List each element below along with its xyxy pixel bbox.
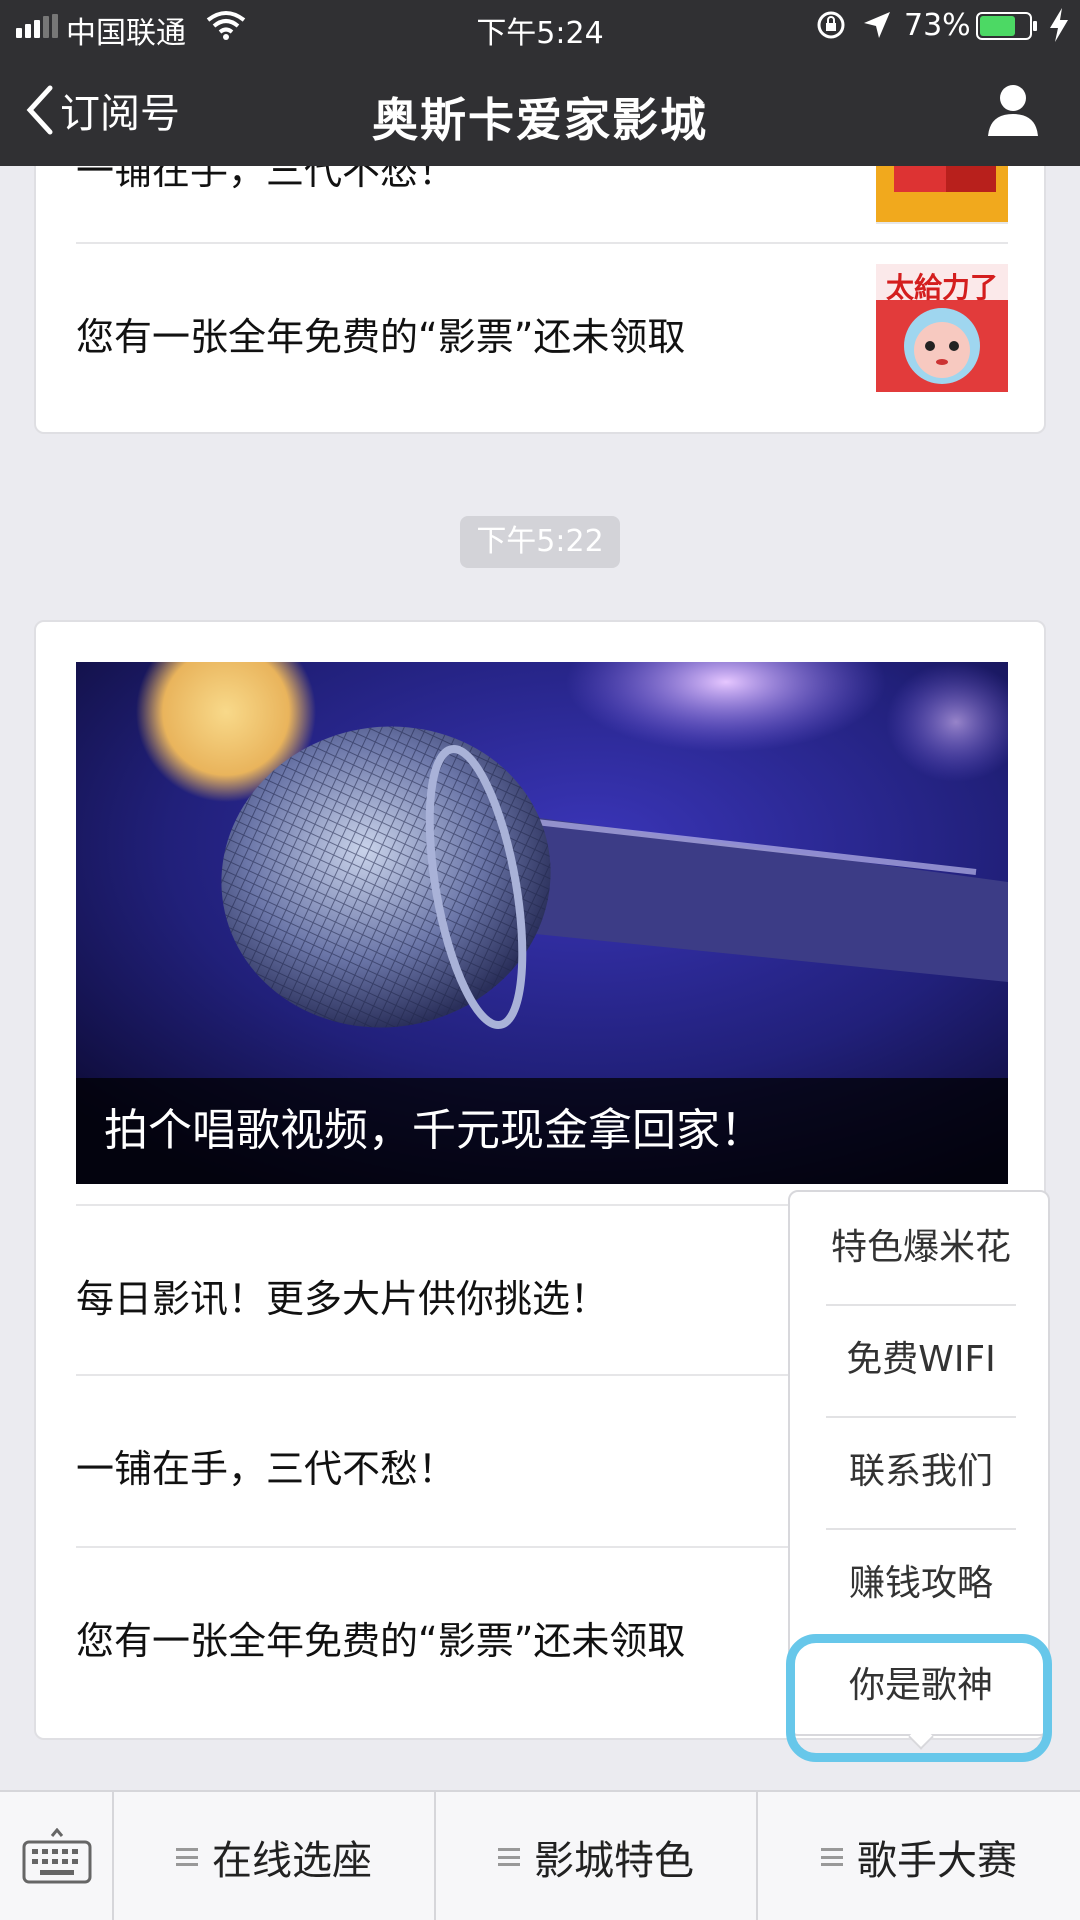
nav-bar: 订阅号 奥斯卡爱家影城 <box>0 54 1080 166</box>
menu-item-earn-guide[interactable]: 赚钱攻略 <box>826 1528 1016 1640</box>
article-title: 您有一张全年免费的“影票”还未领取 <box>76 1619 686 1663</box>
tab-singer-contest[interactable]: 歌手大赛 <box>758 1792 1080 1920</box>
list-item[interactable]: 您有一张全年免费的“影票”还未领取 太給力了 <box>76 244 1008 434</box>
article-title: 一铺在手，三代不愁！ <box>76 1447 457 1491</box>
article-title: 每日影讯！更多大片供你挑选！ <box>76 1277 609 1321</box>
keyboard-toggle-button[interactable] <box>0 1792 114 1920</box>
article-title: 您有一张全年免费的“影票”还未领取 <box>76 315 686 359</box>
person-icon[interactable] <box>986 82 1040 138</box>
popup-menu: 特色爆米花 免费WIFI 联系我们 赚钱攻略 你是歌神 <box>788 1190 1050 1750</box>
tab-label: 在线选座 <box>212 1838 372 1884</box>
menu-lines-icon <box>498 1848 520 1866</box>
top-bar: 中国联通 下午5:24 73% 订阅号 奥斯卡爱家影城 <box>0 0 1080 166</box>
menu-item-popcorn[interactable]: 特色爆米花 <box>826 1192 1016 1304</box>
cover-caption: 拍个唱歌视频，千元现金拿回家！ <box>76 1078 1008 1184</box>
keyboard-icon <box>22 1828 92 1884</box>
bottom-menu-bar: 在线选座 影城特色 歌手大赛 <box>0 1790 1080 1920</box>
tab-label: 歌手大赛 <box>857 1838 1017 1884</box>
battery-percent: 73% <box>904 8 971 43</box>
rotation-lock-icon <box>817 11 845 39</box>
menu-item-contact[interactable]: 联系我们 <box>826 1416 1016 1528</box>
tab-cinema-features[interactable]: 影城特色 <box>436 1792 758 1920</box>
cover-article[interactable]: 拍个唱歌视频，千元现金拿回家！ <box>76 662 1008 1184</box>
menu-lines-icon <box>821 1848 843 1866</box>
status-bar: 中国联通 下午5:24 73% <box>0 0 1080 54</box>
menu-item-wifi[interactable]: 免费WIFI <box>826 1304 1016 1416</box>
menu-lines-icon <box>176 1848 198 1866</box>
battery-icon <box>976 12 1037 40</box>
article-card-previous: 一铺在手，三代不愁！ 您有一张全年免费的“影票”还未领取 太給力了 <box>34 120 1046 434</box>
tab-online-seat[interactable]: 在线选座 <box>114 1792 436 1920</box>
article-thumbnail: 太給力了 <box>876 264 1008 392</box>
thumbnail-text: 太給力了 <box>885 271 998 304</box>
tab-label: 影城特色 <box>534 1838 694 1884</box>
message-timestamp: 下午5:22 <box>460 516 620 568</box>
location-arrow-icon <box>864 12 890 38</box>
page-title: 奥斯卡爱家影城 <box>372 93 708 147</box>
charging-bolt-icon <box>1050 8 1068 42</box>
